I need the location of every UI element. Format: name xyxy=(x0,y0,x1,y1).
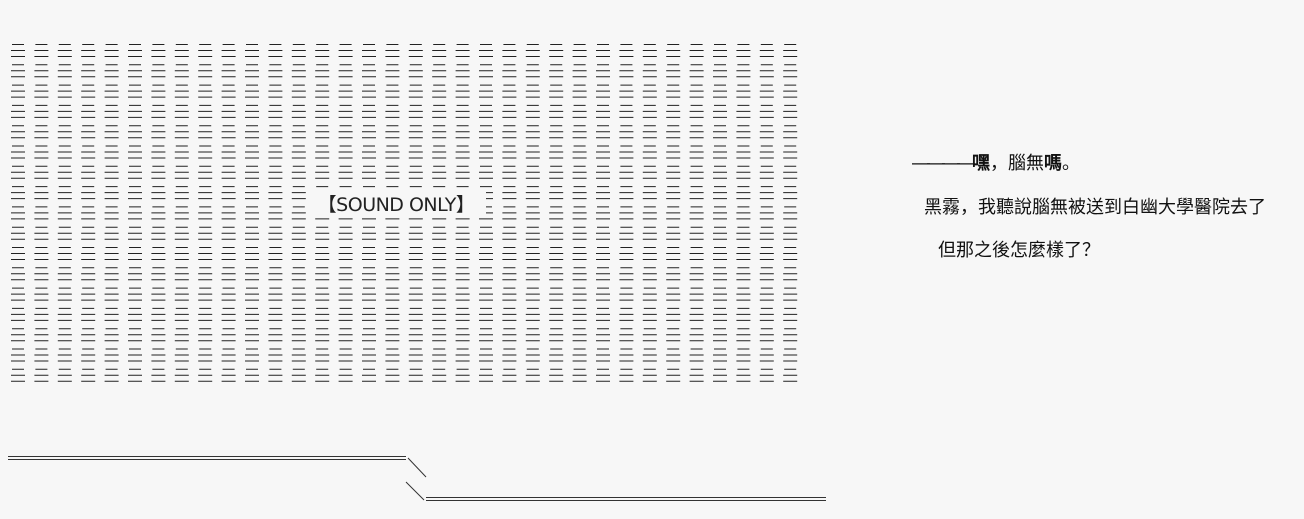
dialogue-line-1-end: 。 xyxy=(1062,153,1080,174)
dialogue-line-3: 但那之後怎麼樣了？ xyxy=(938,240,1100,261)
dialogue-line-1-text: ，腦無 xyxy=(990,153,1044,174)
dialogue-line-2: 黑霧，我聽說腦無被送到白幽大學醫院去了 xyxy=(924,197,1266,218)
dialogue-line-1: ――――嘿，腦無嗎。 xyxy=(912,149,1080,175)
sound-only-label: 【SOUND ONLY】 xyxy=(306,192,486,218)
sound-only-monitor: 【SOUND ONLY】 xyxy=(8,42,808,390)
emphasis-question: 嗎 xyxy=(1044,153,1062,174)
manga-page: 【SOUND ONLY】 ――――嘿，腦無嗎。 黑霧，我聽說腦無被送到白幽大學醫… xyxy=(0,0,1304,519)
emphasis-hey: 嘿 xyxy=(972,153,990,174)
dash-prefix: ―――― xyxy=(912,153,975,174)
panel-border-bracket xyxy=(8,456,826,501)
